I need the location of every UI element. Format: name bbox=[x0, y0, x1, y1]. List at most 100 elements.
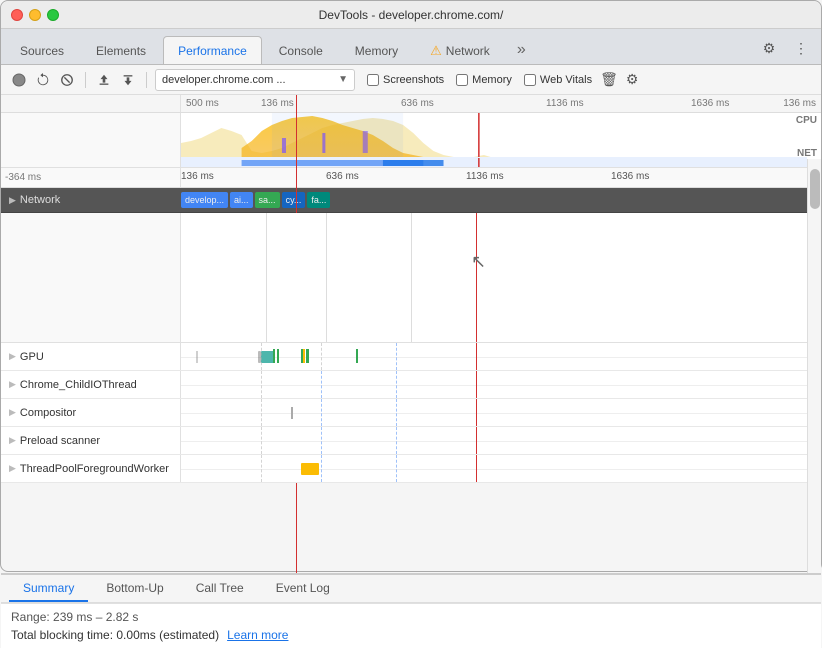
childio-expander[interactable]: ▶ bbox=[9, 379, 16, 390]
tab-bottom-up[interactable]: Bottom-Up bbox=[92, 576, 177, 602]
gpu-green-2 bbox=[277, 349, 279, 363]
blocking-time-row: Total blocking time: 0.00ms (estimated) … bbox=[11, 628, 811, 642]
ts-1136: 1136 ms bbox=[466, 171, 504, 182]
gpu-green-5 bbox=[356, 349, 358, 363]
scrollbar[interactable] bbox=[807, 159, 821, 573]
network-expander[interactable]: ▶ bbox=[9, 195, 16, 206]
compositor-tick bbox=[291, 407, 293, 419]
minimize-button[interactable] bbox=[29, 9, 41, 21]
download-button[interactable] bbox=[118, 70, 138, 90]
cursor-threadpool bbox=[476, 455, 477, 482]
tab-call-tree[interactable]: Call Tree bbox=[182, 576, 258, 602]
cpu-chart-area: CPU NET bbox=[1, 113, 821, 168]
threadpool-content bbox=[181, 455, 821, 482]
ruler-mark-500: 500 ms bbox=[186, 98, 219, 109]
cursor-compositor bbox=[476, 399, 477, 426]
flame-chart: ↖ bbox=[1, 213, 821, 343]
network-chip-1: ai... bbox=[230, 192, 253, 208]
tick-3 bbox=[411, 213, 412, 342]
tab-sources[interactable]: Sources bbox=[5, 36, 79, 64]
url-display: developer.chrome.com ... ▼ bbox=[155, 69, 355, 91]
trash-button[interactable]: 🗑 bbox=[600, 71, 618, 88]
network-warning-icon: ⚠ bbox=[430, 43, 442, 59]
compositor-content bbox=[181, 399, 821, 426]
screenshots-checkbox[interactable]: Screenshots bbox=[367, 74, 444, 86]
url-dropdown-icon[interactable]: ▼ bbox=[338, 74, 348, 85]
network-chip-0: develop... bbox=[181, 192, 228, 208]
ruler-mark-1136: 1136 ms bbox=[546, 98, 584, 109]
range-info: Range: 239 ms – 2.82 s bbox=[11, 610, 811, 624]
cursor-preload bbox=[476, 427, 477, 454]
cpu-label: CPU bbox=[796, 115, 817, 126]
webvitals-checkbox[interactable]: Web Vitals bbox=[524, 74, 592, 86]
net-chart bbox=[181, 157, 807, 167]
cursor-childio bbox=[476, 371, 477, 398]
maximize-button[interactable] bbox=[47, 9, 59, 21]
ts-label-left: -364 ms bbox=[5, 172, 41, 183]
tab-bar: Sources Elements Performance Console Mem… bbox=[1, 29, 821, 65]
tab-memory[interactable]: Memory bbox=[340, 36, 413, 64]
upload-button[interactable] bbox=[94, 70, 114, 90]
toolbar: developer.chrome.com ... ▼ Screenshots M… bbox=[1, 65, 821, 95]
network-chip-4: fa... bbox=[307, 192, 330, 208]
record-button[interactable] bbox=[9, 70, 29, 90]
ruler-mark-1636: 1636 ms bbox=[691, 98, 729, 109]
divider-1 bbox=[85, 72, 86, 88]
tab-network[interactable]: ⚠ Network bbox=[415, 36, 505, 64]
compositor-expander[interactable]: ▶ bbox=[9, 407, 16, 418]
childio-content bbox=[181, 371, 821, 398]
scrollbar-thumb[interactable] bbox=[810, 169, 820, 209]
more-tabs-button[interactable]: » bbox=[509, 36, 534, 64]
mouse-cursor-indicator: ↖ bbox=[471, 252, 486, 273]
tick-2 bbox=[326, 213, 327, 342]
compositor-row: ▶ Compositor bbox=[1, 399, 821, 427]
gpu-content bbox=[181, 343, 821, 370]
threadpool-label: ▶ ThreadPoolForegroundWorker bbox=[1, 455, 181, 482]
tab-elements[interactable]: Elements bbox=[81, 36, 161, 64]
clear-button[interactable] bbox=[57, 70, 77, 90]
bottom-tabs: Summary Bottom-Up Call Tree Event Log bbox=[1, 573, 821, 603]
divider-2 bbox=[146, 72, 147, 88]
gpu-green-1 bbox=[273, 349, 275, 363]
network-chip-2: sa... bbox=[255, 192, 280, 208]
tab-console[interactable]: Console bbox=[264, 36, 338, 64]
threadpool-expander[interactable]: ▶ bbox=[9, 463, 16, 474]
childio-row: ▶ Chrome_ChildIOThread bbox=[1, 371, 821, 399]
preload-label: ▶ Preload scanner bbox=[1, 427, 181, 454]
tab-event-log[interactable]: Event Log bbox=[262, 576, 344, 602]
toolbar-settings-button[interactable]: ⚙ bbox=[626, 71, 639, 88]
ts-636: 636 ms bbox=[326, 171, 359, 182]
net-label: NET bbox=[797, 148, 817, 159]
reload-button[interactable] bbox=[33, 70, 53, 90]
more-options-icon[interactable]: ⋮ bbox=[789, 36, 813, 60]
ruler-mark-636: 636 ms bbox=[401, 98, 434, 109]
network-row-label: ▶ Network bbox=[1, 194, 181, 206]
ruler-mark-end: 136 ms bbox=[783, 98, 816, 109]
preload-expander[interactable]: ▶ bbox=[9, 435, 16, 446]
bottom-info: Range: 239 ms – 2.82 s Total blocking ti… bbox=[1, 603, 821, 648]
settings-icon[interactable]: ⚙ bbox=[757, 36, 781, 60]
gpu-bar-sm bbox=[196, 351, 198, 363]
gpu-expander[interactable]: ▶ bbox=[9, 351, 16, 362]
ts-1636: 1636 ms bbox=[611, 171, 649, 182]
tick-1 bbox=[266, 213, 267, 342]
tab-performance[interactable]: Performance bbox=[163, 36, 262, 64]
gpu-yellow-1 bbox=[303, 349, 305, 363]
gpu-row: ▶ GPU bbox=[1, 343, 821, 371]
threadpool-bar-1 bbox=[301, 463, 319, 475]
tab-summary[interactable]: Summary bbox=[9, 576, 88, 602]
cursor-gpu bbox=[476, 343, 477, 370]
ruler-mark-136: 136 ms bbox=[261, 98, 294, 109]
preload-row: ▶ Preload scanner bbox=[1, 427, 821, 455]
checkbox-group: Screenshots Memory Web Vitals bbox=[367, 74, 592, 86]
gpu-label: ▶ GPU bbox=[1, 343, 181, 370]
close-button[interactable] bbox=[11, 9, 23, 21]
tab-icon-group: ⚙ ⋮ bbox=[757, 36, 817, 64]
network-chip-3: cy... bbox=[282, 192, 306, 208]
network-row: ▶ Network develop... ai... sa... cy... f… bbox=[1, 188, 821, 213]
learn-more-link[interactable]: Learn more bbox=[227, 628, 288, 642]
timeline-ruler: 500 ms 136 ms 636 ms 1136 ms 1636 ms 136… bbox=[1, 95, 821, 113]
cursor-line-flame bbox=[476, 213, 477, 342]
cursor-line-network bbox=[296, 190, 297, 210]
memory-checkbox[interactable]: Memory bbox=[456, 74, 512, 86]
